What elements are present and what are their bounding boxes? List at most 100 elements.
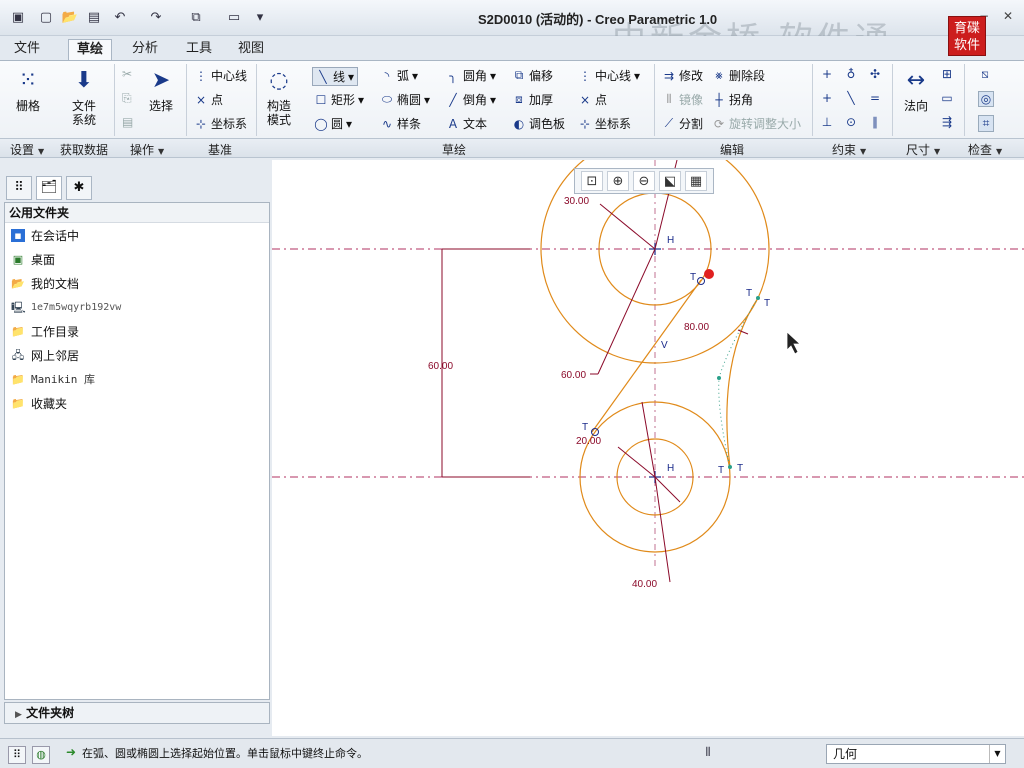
regenerate-icon[interactable]: ⧉ bbox=[186, 8, 206, 26]
navigator-toggle-icon[interactable]: ⠿ bbox=[8, 746, 26, 764]
paste-icon[interactable]: ▤ bbox=[122, 115, 133, 129]
folder-item[interactable]: ▪ 在会话中 bbox=[5, 223, 269, 247]
constraint-horizontal-button[interactable]: + bbox=[820, 91, 834, 105]
corner-button[interactable]: ┼ 拐角 bbox=[712, 91, 753, 108]
folder-item[interactable]: 📁 收藏夹 bbox=[5, 391, 269, 415]
smart-select-icon[interactable]: ⫴ bbox=[698, 745, 718, 763]
datum-point-button[interactable]: × 点 bbox=[194, 91, 223, 108]
dimension-value[interactable]: 40.00 bbox=[632, 579, 657, 590]
chamfer-button[interactable]: ╱ 倒角 ▾ bbox=[446, 91, 496, 108]
sketcher-display-icon[interactable]: ▦ bbox=[685, 171, 707, 191]
arc-button[interactable]: ◝ 弧 ▾ bbox=[380, 67, 418, 84]
favorites-tab[interactable]: ✱ bbox=[66, 176, 92, 200]
folder-tree-toggle[interactable]: ▶ 文件夹树 bbox=[4, 702, 270, 724]
zoom-in-icon[interactable]: ⊕ bbox=[607, 171, 629, 191]
browser-toggle-icon[interactable]: ◍ bbox=[32, 746, 50, 764]
dimension-value[interactable]: 20.00 bbox=[576, 436, 601, 447]
group-inspect[interactable]: 检查 ▼ bbox=[968, 141, 1002, 158]
modify-button[interactable]: ⇉ 修改 bbox=[662, 67, 703, 84]
sketch-canvas[interactable]: 30.00 60.00 80.00 60.00 20.00 40.00 H H … bbox=[272, 160, 1024, 736]
close-window-button[interactable]: ✕ bbox=[1000, 8, 1016, 24]
circle-dropdown-icon[interactable]: ▾ bbox=[346, 117, 352, 131]
delete-segment-button[interactable]: ⨳ 删除段 bbox=[712, 67, 765, 84]
constraint-vertical-button[interactable]: + bbox=[820, 67, 834, 81]
constraint-symmetric-button[interactable]: ✣ bbox=[868, 67, 882, 81]
rotate-resize-button[interactable]: ⟳ 旋转调整大小 bbox=[712, 115, 801, 132]
ellipse-dropdown-icon[interactable]: ▾ bbox=[424, 93, 430, 107]
rectangle-dropdown-icon[interactable]: ▾ bbox=[358, 93, 364, 107]
circle-button[interactable]: ◯ 圆 ▾ bbox=[314, 115, 352, 132]
undo-icon[interactable]: ↶ bbox=[110, 8, 130, 26]
constraint-midpoint-button[interactable]: ╲ bbox=[844, 91, 858, 105]
dimension-value[interactable]: 60.00 bbox=[428, 361, 453, 372]
line-dropdown-icon[interactable]: ▾ bbox=[348, 70, 354, 84]
right-arc[interactable] bbox=[726, 297, 759, 468]
offset-button[interactable]: ⧉ 偏移 bbox=[512, 67, 553, 84]
rectangle-button[interactable]: ☐ 矩形 ▾ bbox=[314, 91, 364, 108]
dimension-value[interactable]: 80.00 bbox=[684, 322, 709, 333]
inspect-overlap-button[interactable]: ⧅ bbox=[978, 67, 992, 82]
tab-file[interactable]: 文件 bbox=[6, 39, 48, 60]
thicken-button[interactable]: ⧈ 加厚 bbox=[512, 91, 553, 108]
chamfer-dropdown-icon[interactable]: ▾ bbox=[490, 93, 496, 107]
dimension-value[interactable]: 60.00 bbox=[561, 370, 586, 381]
sketch-centerline-dropdown-icon[interactable]: ▾ bbox=[634, 69, 640, 83]
window-icon[interactable]: ▭ bbox=[224, 8, 244, 26]
fillet-dropdown-icon[interactable]: ▾ bbox=[490, 69, 496, 83]
grid-button[interactable]: ⁙ 栅格 bbox=[10, 67, 46, 113]
inspect-open-ends-button[interactable]: ⌗ bbox=[978, 115, 994, 132]
constraint-coincident-button[interactable]: ⊙ bbox=[844, 115, 858, 129]
group-constrain[interactable]: 约束 ▼ bbox=[832, 141, 866, 158]
fillet-button[interactable]: ╮ 圆角 ▾ bbox=[446, 67, 496, 84]
sketch-point-button[interactable]: × 点 bbox=[578, 91, 607, 108]
divide-button[interactable]: ⟋ 分割 bbox=[662, 115, 703, 132]
folder-browser-tab[interactable]: 🗂 bbox=[36, 176, 62, 200]
folder-item[interactable]: 🖧 网上邻居 bbox=[5, 343, 269, 367]
save-icon[interactable]: ▤ bbox=[84, 8, 104, 26]
file-system-button[interactable]: ⬇ 文件 系统 bbox=[62, 67, 106, 127]
model-tree-tab[interactable]: ⠿ bbox=[6, 176, 32, 200]
cut-icon[interactable]: ✂ bbox=[122, 67, 132, 81]
tab-analysis[interactable]: 分析 bbox=[124, 39, 166, 60]
folder-item[interactable]: 🖳 1e7m5wqyrb192vw bbox=[5, 295, 269, 319]
customize-qat-icon[interactable]: ▾ bbox=[250, 8, 270, 26]
sketch-graphics[interactable]: 30.00 60.00 80.00 60.00 20.00 40.00 H H … bbox=[272, 160, 1024, 736]
spline-button[interactable]: ∿ 样条 bbox=[380, 115, 421, 132]
open-folder-icon[interactable]: 📂 bbox=[60, 8, 80, 26]
constraint-tangent-button[interactable]: ♁ bbox=[844, 67, 858, 81]
inspect-shade-button[interactable]: ◎ bbox=[978, 91, 994, 107]
constraint-parallel-button[interactable]: ∥ bbox=[868, 115, 882, 129]
group-dimension[interactable]: 尺寸 ▼ bbox=[906, 141, 940, 158]
select-button[interactable]: ➤ 选择 bbox=[144, 67, 178, 113]
palette-button[interactable]: ◐ 调色板 bbox=[512, 115, 565, 132]
folder-item[interactable]: ▣ 桌面 bbox=[5, 247, 269, 271]
mirror-button[interactable]: ⫴ 镜像 bbox=[662, 91, 703, 108]
copy-icon[interactable]: ⎘ bbox=[122, 91, 132, 106]
group-operations[interactable]: 操作 ▼ bbox=[130, 141, 164, 158]
sketch-centerline-button[interactable]: ⋮ 中心线 ▾ bbox=[578, 67, 640, 84]
normal-dimension-button[interactable]: ↔ 法向 bbox=[898, 67, 934, 113]
dimension-value[interactable]: 30.00 bbox=[564, 196, 589, 207]
tab-view[interactable]: 视图 bbox=[230, 39, 272, 60]
text-button[interactable]: A 文本 bbox=[446, 115, 487, 132]
line-button[interactable]: ╲ 线 ▾ bbox=[312, 67, 359, 86]
redo-icon[interactable]: ↷ bbox=[146, 8, 166, 26]
datum-centerline-button[interactable]: ⋮ 中心线 bbox=[194, 67, 247, 84]
dimension-perimeter-button[interactable]: ⊞ bbox=[940, 67, 954, 81]
constraint-perpendicular-button[interactable]: ⊥ bbox=[820, 115, 834, 129]
dimension-baseline-button[interactable]: ⇶ bbox=[940, 115, 954, 129]
zoom-out-icon[interactable]: ⊖ bbox=[633, 171, 655, 191]
constraint-equal-button[interactable]: = bbox=[868, 91, 882, 105]
tab-sketch[interactable]: 草绘 bbox=[68, 39, 113, 60]
datum-coordsys-button[interactable]: ⊹ 坐标系 bbox=[194, 115, 247, 132]
ellipse-button[interactable]: ⬭ 椭圆 ▾ bbox=[380, 91, 430, 108]
folder-item[interactable]: 📁 工作目录 bbox=[5, 319, 269, 343]
tab-tools[interactable]: 工具 bbox=[178, 39, 220, 60]
sketch-view-icon[interactable]: ⬕ bbox=[659, 171, 681, 191]
group-settings[interactable]: 设置 ▼ bbox=[10, 141, 44, 158]
folder-item[interactable]: 📂 我的文档 bbox=[5, 271, 269, 295]
sketch-coordsys-button[interactable]: ⊹ 坐标系 bbox=[578, 115, 631, 132]
new-file-icon[interactable]: ▢ bbox=[36, 8, 56, 26]
selection-filter-dropdown[interactable]: 几何 ▼ bbox=[826, 744, 1006, 764]
folder-item[interactable]: 📁 Manikin 库 bbox=[5, 367, 269, 391]
